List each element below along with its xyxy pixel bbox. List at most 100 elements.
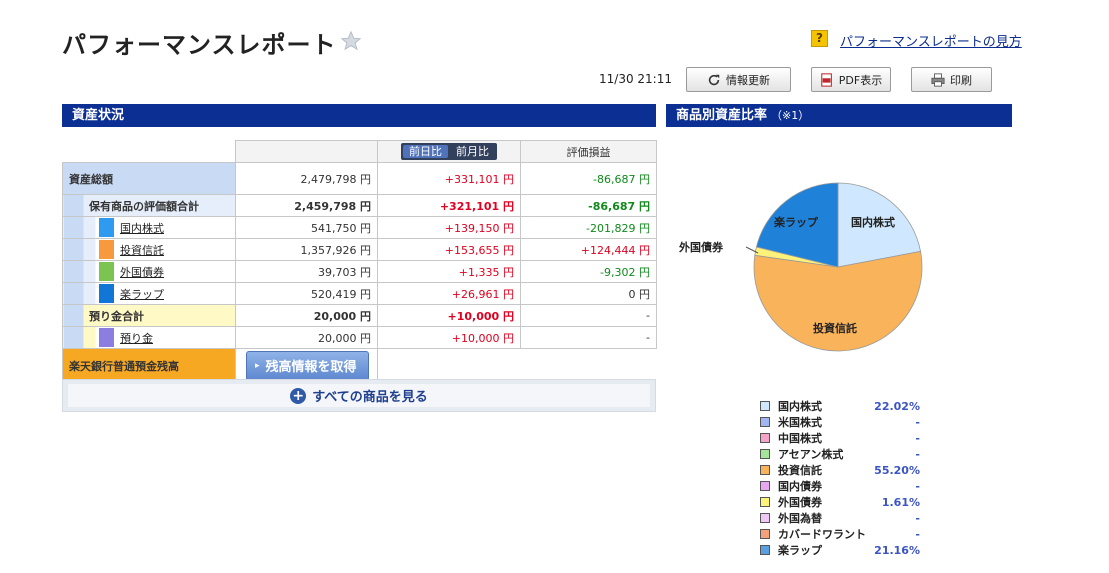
item-link[interactable]: 外国債券	[120, 264, 164, 280]
total-pl: -86,687 円	[520, 162, 657, 195]
held-label: 保有商品の評価額合計	[62, 194, 236, 217]
bank-label: 楽天銀行普通預金残高	[62, 348, 236, 383]
help-link[interactable]: パフォーマンスレポートの見方	[840, 31, 1022, 50]
total-label: 資産総額	[62, 162, 236, 195]
item-label-cell: 投資信託	[62, 238, 236, 261]
get-balance-button[interactable]: ▸ 残高情報を取得	[246, 350, 369, 381]
legend-swatch	[760, 417, 770, 427]
deposit-total-label: 預り金合計	[62, 304, 236, 327]
pdf-icon	[821, 72, 832, 87]
legend-name: アセアン株式	[778, 448, 844, 461]
deposit-label-cell: 預り金	[62, 326, 236, 349]
deposit-change: +10,000 円	[377, 326, 521, 349]
ratio-section-header: 商品別資産比率 （※1）	[666, 104, 1012, 127]
print-button[interactable]: 印刷	[911, 67, 992, 92]
refresh-label: 情報更新	[726, 73, 770, 87]
item-pl: -201,829 円	[520, 216, 657, 239]
legend-value: 21.16%	[874, 543, 920, 557]
legend-value: -	[915, 431, 920, 445]
table-row: 楽ラップ 520,419 円 +26,961 円 0 円	[62, 282, 657, 305]
item-change: +26,961 円	[377, 282, 521, 305]
item-pl: -9,302 円	[520, 260, 657, 283]
legend-value: -	[915, 447, 920, 461]
legend-name: 投資信託	[778, 464, 822, 477]
table-row-total: 資産総額 2,479,798 円 +331,101 円 -86,687 円	[62, 162, 657, 195]
header-pl-col: 評価損益	[520, 140, 657, 163]
legend-name: 外国債券	[778, 496, 822, 509]
header-blank	[62, 140, 236, 163]
item-link[interactable]: 楽ラップ	[120, 286, 164, 302]
legend-swatch	[760, 545, 770, 555]
legend-name: 国内債券	[778, 480, 822, 493]
legend-swatch	[760, 513, 770, 523]
item-change: +153,655 円	[377, 238, 521, 261]
arrow-right-icon: ▸	[255, 360, 260, 371]
item-change: +1,335 円	[377, 260, 521, 283]
item-change: +139,150 円	[377, 216, 521, 239]
legend-value: 22.02%	[874, 399, 920, 413]
legend-name: 米国株式	[778, 416, 822, 429]
legend-item: 国内株式 22.02%	[760, 398, 920, 414]
refresh-button[interactable]: 情報更新	[686, 67, 791, 92]
legend-value: -	[915, 415, 920, 429]
assets-section-header: 資産状況	[62, 104, 656, 127]
legend-item: 外国為替 -	[760, 510, 920, 526]
period-toggle: 前日比 前月比	[401, 143, 497, 160]
legend-item: 中国株式 -	[760, 430, 920, 446]
print-label: 印刷	[950, 73, 972, 87]
item-label-cell: 国内株式	[62, 216, 236, 239]
printer-icon	[931, 72, 945, 87]
help-icon[interactable]: ?	[811, 30, 828, 47]
legend-value: -	[915, 479, 920, 493]
table-row: 外国債券 39,703 円 +1,335 円 -9,302 円	[62, 260, 657, 283]
held-pl: -86,687 円	[520, 194, 657, 217]
item-value: 541,750 円	[235, 216, 378, 239]
header-value-col	[235, 140, 378, 163]
legend-item: 投資信託 55.20%	[760, 462, 920, 478]
legend-name: 楽ラップ	[778, 544, 822, 557]
legend-name: カバードワラント	[778, 528, 866, 541]
item-value: 39,703 円	[235, 260, 378, 283]
timestamp: 11/30 21:11	[599, 72, 672, 86]
total-value: 2,479,798 円	[235, 162, 378, 195]
pdf-label: PDF表示	[838, 73, 883, 87]
table-row-bank: 楽天銀行普通預金残高 ▸ 残高情報を取得	[62, 348, 657, 383]
legend-item: アセアン株式 -	[760, 446, 920, 462]
legend-item: 米国株式 -	[760, 414, 920, 430]
ratio-title: 商品別資産比率	[676, 108, 768, 123]
item-swatch	[99, 218, 114, 237]
bank-button-cell: ▸ 残高情報を取得	[235, 348, 378, 383]
item-link[interactable]: 投資信託	[120, 242, 164, 258]
legend-item: 外国債券 1.61%	[760, 494, 920, 510]
item-swatch	[99, 240, 114, 259]
table-row: 国内株式 541,750 円 +139,150 円 -201,829 円	[62, 216, 657, 239]
see-all-products-button[interactable]: + すべての商品を見る	[68, 384, 650, 407]
star-icon[interactable]	[340, 30, 362, 52]
toggle-day[interactable]: 前日比	[403, 145, 448, 158]
legend-item: カバードワラント -	[760, 526, 920, 542]
see-all-products-bar: + すべての商品を見る	[62, 379, 656, 412]
legend-swatch	[760, 481, 770, 491]
legend-swatch	[760, 497, 770, 507]
get-balance-label: 残高情報を取得	[265, 360, 357, 375]
item-label-cell: 楽ラップ	[62, 282, 236, 305]
table-header-row: 前日比 前月比 評価損益	[62, 140, 657, 163]
legend-swatch	[760, 401, 770, 411]
deposit-pl: -	[520, 326, 657, 349]
legend-name: 外国為替	[778, 512, 822, 525]
toggle-month[interactable]: 前月比	[450, 145, 495, 158]
plus-icon: +	[290, 387, 307, 404]
asset-ratio-pie-chart: 楽ラップ 国内株式 外国債券 投資信託	[666, 130, 1012, 390]
pie-legend: 国内株式 22.02% 米国株式 - 中国株式 - アセアン株式 - 投資信託 55.20% 国内債…	[760, 398, 920, 558]
deposit-link[interactable]: 預り金	[120, 330, 153, 346]
item-swatch	[99, 262, 114, 281]
bank-empty	[377, 348, 657, 383]
item-swatch	[99, 284, 114, 303]
pdf-button[interactable]: PDF表示	[811, 67, 891, 92]
legend-name: 中国株式	[778, 432, 822, 445]
item-link[interactable]: 国内株式	[120, 220, 164, 236]
legend-value: -	[915, 511, 920, 525]
held-value: 2,459,798 円	[235, 194, 378, 217]
legend-swatch	[760, 529, 770, 539]
legend-name: 国内株式	[778, 400, 822, 413]
